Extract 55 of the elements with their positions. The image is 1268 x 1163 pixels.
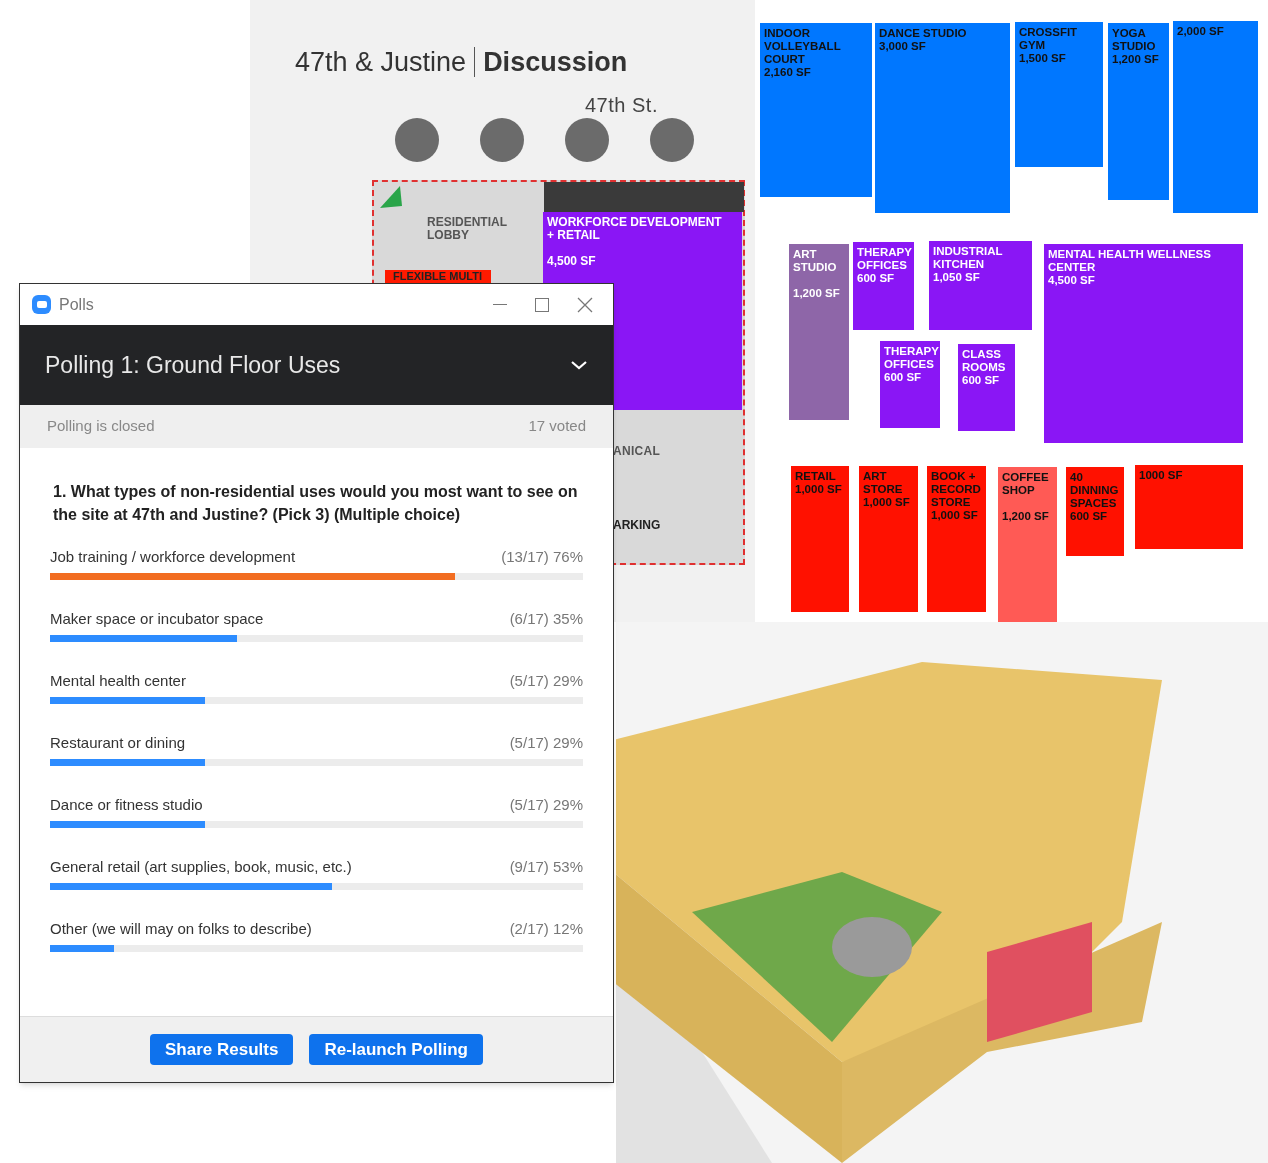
option-result: (5/17) 29% [509, 796, 583, 814]
poll-title: Polling 1: Ground Floor Uses [45, 350, 341, 380]
room-block: FLEXIBLE MULTI [385, 270, 491, 283]
program-block: MENTAL HEALTH WELLNESS CENTER 4,500 SF [1044, 244, 1243, 443]
option-result: (6/17) 35% [509, 610, 583, 628]
vote-count: 17 voted [528, 416, 586, 437]
room-label: ARKING [613, 517, 661, 534]
program-block: THERAPY OFFICES 600 SF [880, 341, 940, 428]
program-block: DANCE STUDIO 3,000 SF [875, 23, 1010, 213]
option-result: (5/17) 29% [509, 734, 583, 752]
tree-icon [480, 118, 524, 162]
program-block: 1000 SF [1135, 465, 1243, 549]
poll-status: Polling is closed [47, 416, 155, 437]
program-block: 2,000 SF [1173, 21, 1258, 213]
tree-icon [565, 118, 609, 162]
program-block: ART STUDIO 1,200 SF [789, 244, 849, 420]
maximize-button[interactable] [535, 297, 549, 312]
program-block: INDOOR VOLLEYBALL COURT 2,160 SF [760, 23, 872, 197]
option-label: Restaurant or dining [50, 734, 186, 752]
program-block: CLASS ROOMS 600 SF [958, 344, 1015, 431]
program-block: THERAPY OFFICES 600 SF [853, 242, 914, 330]
program-block: 40 DINNING SPACES 600 SF [1066, 467, 1124, 556]
video-camera-icon [32, 295, 51, 314]
north-arrow-icon [380, 186, 402, 208]
poll-action-button[interactable]: Re-launch Polling [309, 1034, 483, 1065]
option-result: (5/17) 29% [509, 672, 583, 690]
chevron-down-icon[interactable] [570, 359, 588, 371]
street-label: 47th St. [585, 93, 658, 118]
option-result: (9/17) 53% [509, 858, 583, 876]
poll-question: 1. What types of non-residential uses would you most want to see on the site at 47th and Justine? (Pick 3) (Multiple choice) [53, 482, 579, 525]
poll-action-button[interactable]: Share Results [150, 1034, 294, 1065]
title-divider [474, 47, 476, 78]
slide-title-bold: Discussion [483, 46, 628, 79]
option-label: Maker space or incubator space [50, 610, 264, 628]
program-block: ART STORE 1,000 SF [859, 466, 918, 612]
option-label: Dance or fitness studio [50, 796, 203, 814]
tree-icon [395, 118, 439, 162]
window-title: Polls [59, 294, 94, 315]
option-result: (13/17) 76% [501, 548, 583, 566]
option-label: Mental health center [50, 672, 186, 690]
program-block: RETAIL 1,000 SF [791, 466, 849, 612]
option-result: (2/17) 12% [509, 920, 583, 938]
option-label: General retail (art supplies, book, music, etc.) [50, 858, 352, 876]
option-label: Job training / workforce development [50, 548, 296, 566]
slide-title: 47th & Justine [295, 46, 467, 79]
program-block: CROSSFIT GYM 1,500 SF [1015, 22, 1103, 167]
program-block: BOOK + RECORD STORE 1,000 SF [927, 466, 986, 612]
option-label: Other (we will may on folks to describe) [50, 920, 312, 938]
close-button[interactable] [577, 296, 593, 313]
program-block: YOGA STUDIO 1,200 SF [1108, 23, 1169, 200]
room-label: RESIDENTIAL LOBBY [427, 216, 508, 242]
program-block: INDUSTRIAL KITCHEN 1,050 SF [929, 241, 1032, 330]
room-label: ANICAL [613, 443, 661, 460]
tree-icon [650, 118, 694, 162]
program-block: COFFEE SHOP 1,200 SF [998, 467, 1057, 622]
